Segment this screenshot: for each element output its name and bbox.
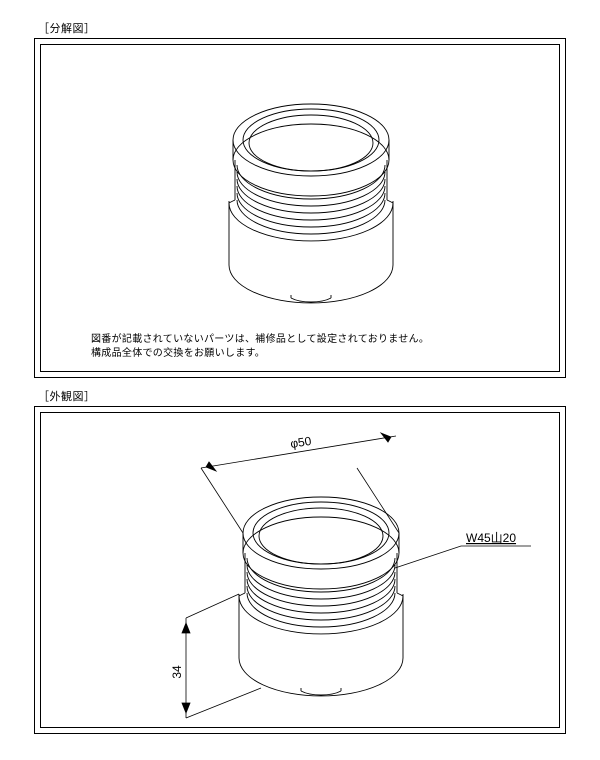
frame-external: φ50 W45山20 34 (34, 406, 566, 734)
note-line2: 構成品全体での交換をお願いします。 (91, 348, 265, 359)
frame-inner-exploded: 図番が記載されていないパーツは、補修品として設定されておりません。 構成品全体で… (40, 44, 560, 372)
section-title-external: ［外観図］ (38, 388, 584, 404)
dim-diameter-label: φ50 (289, 434, 312, 451)
drawing-external: φ50 W45山20 34 (41, 413, 560, 728)
exploded-note: 図番が記載されていないパーツは、補修品として設定されておりません。 構成品全体で… (91, 333, 429, 361)
dim-height-label: 34 (170, 665, 184, 679)
frame-inner-external: φ50 W45山20 34 (40, 412, 560, 728)
drawing-exploded (41, 45, 560, 345)
dim-thread-label: W45山20 (466, 531, 516, 545)
frame-exploded: 図番が記載されていないパーツは、補修品として設定されておりません。 構成品全体で… (34, 38, 566, 378)
section-title-exploded: ［分解図］ (38, 20, 584, 36)
note-line1: 図番が記載されていないパーツは、補修品として設定されておりません。 (91, 334, 429, 345)
